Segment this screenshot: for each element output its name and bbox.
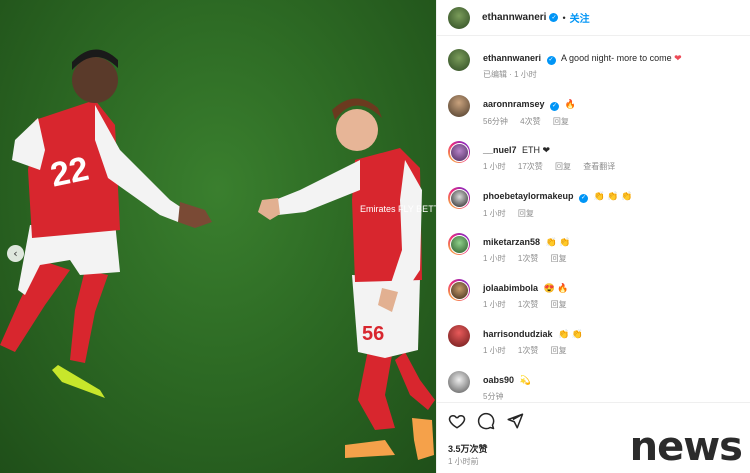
comment-time: 1 小时 [483, 162, 506, 171]
comment-likes[interactable]: 4次赞 [520, 117, 540, 126]
commenter-avatar[interactable] [448, 325, 470, 347]
right-player-number: 56 [362, 323, 384, 345]
author-avatar[interactable] [448, 49, 470, 71]
left-player: 22 [0, 49, 212, 398]
commenter-avatar[interactable] [448, 371, 470, 393]
follow-button[interactable]: 关注 [570, 10, 590, 25]
commenter-username[interactable]: aaronnramsey [483, 99, 545, 109]
commenter-avatar[interactable] [448, 141, 470, 163]
comment-time: 1 小时 [483, 254, 506, 263]
comment-text: ETH ❤ [522, 145, 551, 155]
caption-meta: 已编辑 · 1 小时 [483, 69, 537, 79]
commenter-username[interactable]: phoebetaylormakeup [483, 191, 574, 201]
reply-button[interactable]: 回复 [551, 346, 567, 355]
commenter-avatar[interactable] [448, 233, 470, 255]
players-illustration: 22 56 Emirates FLY BET [0, 49, 436, 460]
comment-time: 56分钟 [483, 116, 508, 126]
comment-likes[interactable]: 1次赞 [518, 254, 538, 263]
verified-icon: ✓ [549, 13, 559, 22]
post-photo: 22 56 Emirates FLY BET ‹ [0, 0, 436, 473]
comment-text: 👏 👏 [558, 329, 583, 339]
commenter-username[interactable]: __nuel7 [483, 145, 517, 155]
comment-text: 😍 🔥 [543, 283, 569, 293]
reply-button[interactable]: 回复 [553, 117, 569, 126]
commenter-avatar[interactable] [448, 95, 470, 117]
reply-button[interactable]: 回复 [555, 162, 571, 171]
verified-icon: ✓ [579, 193, 589, 203]
comment-likes[interactable]: 17次赞 [518, 162, 543, 171]
caption-username[interactable]: ethannwaneri [483, 53, 541, 63]
news-watermark: news [629, 424, 743, 470]
reply-button[interactable]: 回复 [551, 254, 567, 263]
comment-likes[interactable]: 1次赞 [518, 346, 538, 355]
post-header: ethannwaneri ✓ • 关注 [437, 0, 750, 36]
right-player: 56 Emirates FLY BETTER [258, 98, 436, 460]
commenter-username[interactable]: jolaabimbola [483, 283, 538, 293]
commenter-avatar[interactable] [448, 187, 470, 209]
comment-text: 👏 👏 👏 [593, 191, 633, 201]
previous-image-button[interactable]: ‹ [7, 245, 24, 262]
commenter-username[interactable]: miketarzan58 [483, 237, 540, 247]
comment-time: 1 小时 [483, 300, 506, 309]
comment-time: 5分钟 [483, 392, 504, 401]
comment-icon[interactable] [477, 412, 495, 430]
heart-emoji-icon: ❤ [674, 53, 682, 63]
heart-icon[interactable] [448, 412, 466, 430]
reply-button[interactable]: 回复 [551, 300, 567, 309]
comment-text: 👏 👏 [545, 237, 571, 247]
comment-likes[interactable]: 1次赞 [518, 300, 538, 309]
author-avatar[interactable] [448, 6, 470, 29]
comment-text: 🔥 [564, 99, 576, 109]
post-time: 1 小时前 [448, 457, 479, 466]
likes-count[interactable]: 3.5万次赞 [448, 442, 488, 455]
send-icon[interactable] [506, 412, 524, 430]
caption-text: A good night- more to come [561, 53, 672, 63]
reply-button[interactable]: 回复 [518, 209, 534, 218]
post-panel: ethannwaneri ✓ • 关注 ethannwaneri ✓ A goo… [436, 0, 750, 473]
separator-dot: • [562, 12, 566, 23]
left-player-number: 22 [47, 150, 92, 195]
author-username[interactable]: ethannwaneri [482, 12, 546, 23]
commenter-username[interactable]: harrisondudziak [483, 329, 553, 339]
sponsor-text: Emirates FLY BETTER [360, 204, 436, 214]
comment-time: 1 小时 [483, 208, 506, 218]
comment-time: 1 小时 [483, 346, 506, 355]
verified-icon: ✓ [546, 55, 556, 65]
comment-text: 💫 [519, 375, 531, 385]
commenter-username[interactable]: oabs90 [483, 375, 514, 385]
translate-button[interactable]: 查看翻译 [583, 162, 615, 171]
verified-icon: ✓ [550, 101, 560, 111]
commenter-avatar[interactable] [448, 279, 470, 301]
